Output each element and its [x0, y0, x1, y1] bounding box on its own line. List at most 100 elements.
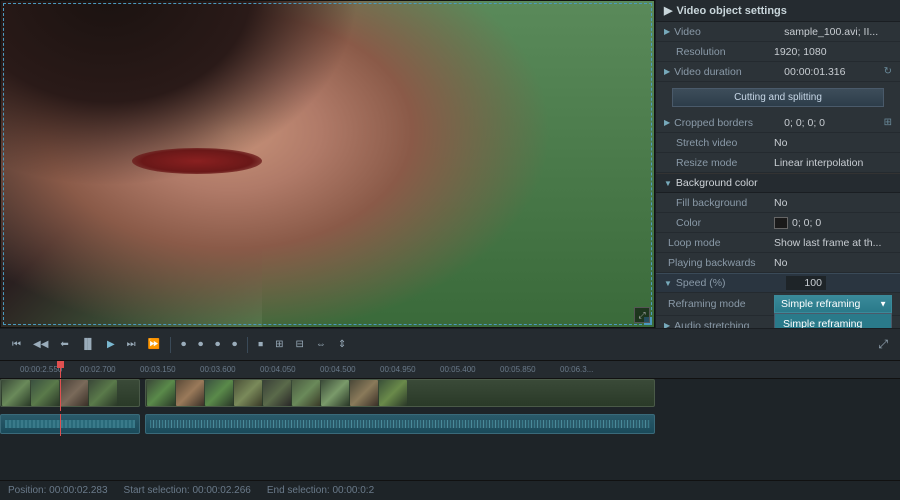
color-label: Color [664, 217, 774, 229]
dropdown-arrow: ▼ [879, 300, 887, 309]
resize-mode-value: Linear interpolation [774, 157, 892, 169]
panel-title-tri: ▶ [664, 4, 672, 17]
ruler-mark-7: 00:05.400 [440, 365, 476, 374]
video-background: ⤢ [1, 1, 654, 327]
cropped-borders-row: ▶ Cropped borders 0; 0; 0; 0 ⊞ [656, 113, 900, 133]
cutting-btn-wrapper: Cutting and splitting [656, 82, 900, 113]
thumb-6 [176, 380, 204, 406]
back-button[interactable]: ⬅ [56, 337, 72, 352]
video-track-content [0, 379, 900, 411]
resize-mode-row: Resize mode Linear interpolation [656, 153, 900, 173]
video-clip-1[interactable] [0, 379, 140, 407]
stop-btn-1[interactable]: ⏹ [254, 337, 267, 352]
video-clip-2[interactable] [145, 379, 655, 407]
fill-bg-label: Fill background [664, 197, 774, 209]
speed-label: Speed (%) [676, 277, 786, 289]
thumb-11 [321, 380, 349, 406]
color-swatch[interactable] [774, 217, 788, 229]
loop-mode-row: Loop mode Show last frame at th... [656, 233, 900, 253]
thumb-2 [31, 380, 59, 406]
reframing-mode-label: Reframing mode [664, 298, 774, 310]
fast-forward-button[interactable]: ⏩ [144, 337, 164, 352]
playing-backwards-value: No [774, 257, 892, 269]
audio-clip-2[interactable] [145, 414, 655, 434]
fullscreen-button[interactable]: ⤢ [634, 307, 650, 323]
fill-bg-value: No [774, 197, 892, 209]
audio-clip-1[interactable] [0, 414, 140, 434]
expand-button[interactable]: ⇕ [334, 337, 350, 352]
zoom-out-button[interactable]: ⊟ [292, 337, 308, 352]
next-frame-button[interactable]: ⏭ [123, 337, 140, 352]
reframing-dropdown-menu: Simple reframing Blending Optical flow [774, 313, 892, 328]
thumb-4 [89, 380, 117, 406]
playhead-top-marker [57, 361, 64, 368]
ruler-mark-8: 00:05.850 [500, 365, 536, 374]
dropdown-option-simple[interactable]: Simple reframing [775, 314, 891, 328]
reframing-dropdown[interactable]: Simple reframing ▼ [774, 295, 892, 313]
audio-stretching-label: Audio stretching [674, 320, 784, 329]
speed-input[interactable] [786, 276, 826, 290]
bottom-area: ⏮ ◀◀ ⬅ ▐▌ ▶ ⏭ ⏩ ⏺ ⏺ ⏺ ⏺ ⏹ ⊞ ⊟ ⇔ ⇕ ⤢ 00:0… [0, 328, 900, 500]
resize-mode-label: Resize mode [664, 157, 774, 169]
resolution-row: Resolution 1920; 1080 [656, 42, 900, 62]
thumb-8 [234, 380, 262, 406]
stretch-value: No [774, 137, 892, 149]
playing-backwards-label: Playing backwards [664, 257, 774, 269]
thumb-9 [263, 380, 291, 406]
prev-frame-button[interactable]: ◀◀ [29, 337, 52, 352]
timeline-tracks [0, 379, 900, 480]
resolution-label: Resolution [664, 46, 774, 58]
ruler-mark-9: 00:06.3... [560, 365, 593, 374]
video-preview: ⤢ [0, 0, 655, 328]
thumb-1 [2, 380, 30, 406]
waveform-2 [150, 420, 650, 428]
record-btn-1[interactable]: ⏺ [177, 337, 190, 352]
transport-divider [170, 337, 171, 353]
cutting-splitting-button[interactable]: Cutting and splitting [672, 88, 884, 107]
thumb-3 [60, 380, 88, 406]
duration-label: Video duration [674, 66, 784, 78]
fit-button[interactable]: ⇔ [312, 337, 330, 352]
ruler-mark-4: 00:04.050 [260, 365, 296, 374]
video-row: ▶ Video sample_100.avi; II... [656, 22, 900, 42]
ruler-mark-3: 00:03.600 [200, 365, 236, 374]
reframing-selected: Simple reframing [781, 298, 860, 310]
cropped-tri: ▶ [664, 118, 670, 127]
thumb-12 [350, 380, 378, 406]
ruler-mark-0: 00:00:2.550 [20, 365, 62, 374]
status-bar: Position: 00:00:02.283 Start selection: … [0, 480, 900, 500]
record-btn-4[interactable]: ⏺ [228, 337, 241, 352]
bg-color-section[interactable]: ▼ Background color [656, 173, 900, 193]
cropped-borders-label: Cropped borders [674, 117, 784, 129]
reframing-mode-row: Reframing mode Simple reframing ▼ Simple… [656, 293, 900, 316]
stretch-label: Stretch video [664, 137, 774, 149]
ruler-mark-6: 00:04.950 [380, 365, 416, 374]
ruler-playhead [60, 361, 61, 378]
play-button[interactable]: ▶ [103, 337, 119, 352]
waveform-1 [5, 420, 135, 428]
skip-start-button[interactable]: ⏮ [8, 337, 25, 352]
track-playhead [60, 379, 61, 411]
color-value: 0; 0; 0 [792, 217, 892, 229]
audio-track [0, 414, 900, 436]
panel-title-text: Video object settings [676, 5, 786, 17]
ruler-mark-5: 00:04.500 [320, 365, 356, 374]
position-label: Position: 00:00:02.283 [8, 485, 108, 496]
right-panel: ▶ Video object settings ▶ Video sample_1… [655, 0, 900, 328]
audio-playhead [60, 414, 61, 436]
audio-stretch-tri: ▶ [664, 321, 670, 328]
audio-track-content [0, 414, 900, 436]
fullscreen-icon[interactable]: ⤢ [874, 335, 892, 354]
thumb-10 [292, 380, 320, 406]
resolution-value: 1920; 1080 [774, 46, 892, 58]
fill-background-row: Fill background No [656, 193, 900, 213]
zoom-in-button[interactable]: ⊞ [271, 337, 287, 352]
speed-row: ▼ Speed (%) [656, 273, 900, 293]
pause-button[interactable]: ▐▌ [77, 337, 99, 352]
record-btn-3[interactable]: ⏺ [211, 337, 224, 352]
ruler-mark-2: 00:03.150 [140, 365, 176, 374]
start-selection-label: Start selection: 00:00:02.266 [124, 485, 251, 496]
record-btn-2[interactable]: ⏺ [194, 337, 207, 352]
video-track [0, 379, 900, 411]
video-tri: ▶ [664, 27, 670, 36]
